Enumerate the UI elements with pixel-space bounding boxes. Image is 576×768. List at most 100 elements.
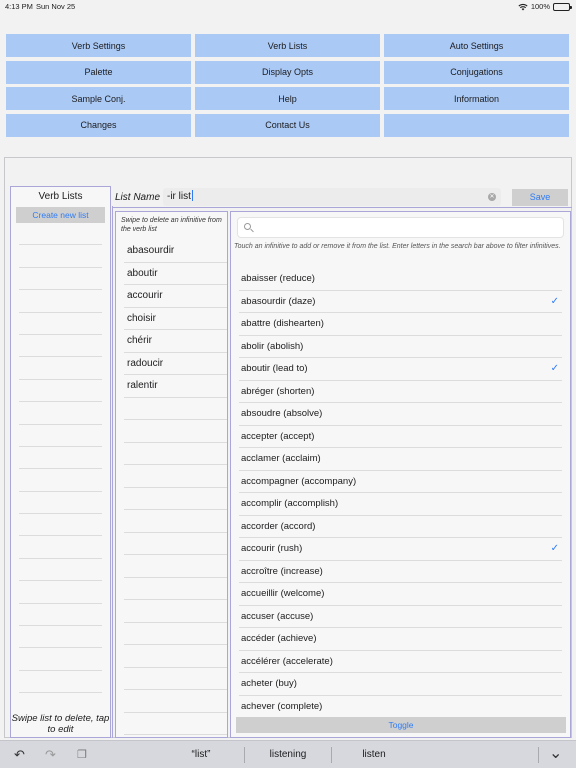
search-input[interactable] [237, 217, 564, 238]
infinitive-item[interactable]: accuser (accuse) [239, 606, 562, 628]
save-button[interactable]: Save [512, 189, 568, 206]
empty-list-row [19, 447, 102, 470]
infinitive-label: abasourdir (daze) [241, 295, 316, 307]
verb-lists-rows [19, 223, 102, 694]
list-verb-item[interactable]: ralentir [124, 375, 227, 398]
text-caret [191, 190, 193, 201]
infinitive-label: abaisser (reduce) [241, 273, 315, 284]
infinitive-item[interactable]: accéder (achieve) [239, 628, 562, 651]
list-verb-item[interactable]: chérir [124, 330, 227, 353]
list-name-label: List Name [115, 192, 161, 203]
suggestion-3[interactable]: listen [334, 749, 414, 760]
infinitive-item[interactable]: aboutir (lead to) ✓ [239, 358, 562, 381]
infinitive-item[interactable]: abasourdir (daze) ✓ [239, 291, 562, 313]
menu-button-verb-settings[interactable]: Verb Settings [6, 34, 191, 57]
menu-button-contact-us[interactable]: Contact Us [195, 113, 380, 137]
empty-list-row [19, 469, 102, 492]
status-bar: 4:13 PM Sun Nov 25 100% [0, 0, 576, 14]
empty-list-row [19, 425, 102, 447]
infinitive-item[interactable]: accourir (rush) ✓ [239, 538, 562, 561]
list-verb-item[interactable]: radoucir [124, 353, 227, 375]
infinitive-label: accéder (achieve) [241, 633, 317, 644]
toggle-button[interactable]: Toggle [236, 717, 566, 733]
infinitive-label: accroître (increase) [241, 565, 323, 577]
collapse-keyboard-icon[interactable]: ⌄ [549, 743, 562, 763]
empty-verb-row [124, 623, 227, 645]
list-verb-item[interactable]: accourir [124, 285, 227, 308]
infinitive-item[interactable]: accorder (accord) [239, 516, 562, 538]
infinitive-item[interactable]: achever (complete) [239, 696, 562, 718]
battery-icon [553, 2, 572, 11]
verb-lists-title: Verb Lists [38, 191, 83, 202]
empty-list-row [19, 559, 102, 582]
empty-verb-row [124, 668, 227, 690]
checkmark-icon: ✓ [550, 543, 559, 554]
suggestion-separator [244, 747, 245, 763]
divider-vertical [112, 206, 113, 738]
empty-list-row [19, 290, 102, 313]
empty-verb-row [124, 645, 227, 668]
infinitive-item[interactable]: abréger (shorten) [239, 381, 562, 403]
menu-button-help[interactable]: Help [195, 87, 380, 110]
clipboard-icon[interactable]: ❐ [77, 748, 87, 761]
empty-list-row [19, 581, 102, 604]
menu-button-information[interactable]: Information [384, 87, 569, 110]
suggestion-2[interactable]: listening [248, 749, 328, 760]
redo-icon[interactable]: ↷ [45, 747, 56, 763]
infinitive-item[interactable]: abolir (abolish) [239, 336, 562, 358]
infinitive-item[interactable]: accélérer (accelerate) [239, 651, 562, 673]
infinitive-item[interactable]: accomplir (accomplish) [239, 493, 562, 516]
infinitive-label: accepter (accept) [241, 430, 315, 442]
empty-verb-row [124, 465, 227, 488]
infinitive-label: aboutir (lead to) [241, 363, 308, 374]
suggestion-separator [538, 747, 539, 763]
empty-verb-row [124, 555, 227, 578]
empty-list-row [19, 245, 102, 268]
menu-button-display-opts[interactable]: Display Opts [195, 60, 380, 84]
empty-list-row [19, 671, 102, 694]
menu-button-auto-settings[interactable]: Auto Settings [384, 34, 569, 57]
infinitive-label: accueillir (welcome) [241, 588, 325, 599]
infinitive-label: accélérer (accelerate) [241, 655, 333, 667]
empty-verb-row [124, 578, 227, 600]
empty-list-row [19, 268, 102, 291]
infinitive-item[interactable]: accepter (accept) [239, 426, 562, 448]
list-verb-item[interactable]: choisir [124, 308, 227, 330]
suggestion-1[interactable]: “list” [161, 749, 241, 760]
create-new-list-button[interactable]: Create new list [16, 207, 105, 223]
menu-button-empty [384, 113, 569, 137]
menu-button-palette[interactable]: Palette [6, 60, 191, 84]
wifi-icon [518, 3, 528, 10]
infinitive-item[interactable]: accompagner (accompany) [239, 471, 562, 493]
checkmark-icon: ✓ [550, 295, 559, 307]
list-verb-item[interactable]: aboutir [124, 263, 227, 285]
top-menu-grid: Verb Settings Verb Lists Auto Settings Pale… [6, 34, 570, 137]
battery-percent: 100% [530, 2, 550, 11]
list-verb-item[interactable]: abasourdir [124, 240, 227, 263]
status-right: 100% [518, 2, 572, 11]
divider-horizontal [112, 207, 572, 208]
menu-button-sample-conj[interactable]: Sample Conj. [6, 87, 191, 110]
infinitive-item[interactable]: accueillir (welcome) [239, 583, 562, 606]
status-date: Sun Nov 25 [36, 2, 76, 11]
infinitive-item[interactable]: acheter (buy) [239, 673, 562, 696]
infinitive-label: abattre (dishearten) [241, 318, 324, 329]
infinitive-item[interactable]: acclamer (acclaim) [239, 448, 562, 471]
empty-list-row [19, 536, 102, 559]
infinitive-label: accorder (accord) [241, 520, 316, 532]
infinitive-item[interactable]: abattre (dishearten) [239, 313, 562, 336]
infinitive-item[interactable]: abaisser (reduce) [239, 268, 562, 291]
menu-button-conjugations[interactable]: Conjugations [384, 60, 569, 84]
menu-button-changes[interactable]: Changes [6, 113, 191, 137]
empty-verb-row [124, 600, 227, 623]
empty-verb-row [124, 420, 227, 443]
clear-text-icon[interactable]: ✕ [488, 193, 496, 201]
infinitive-item[interactable]: accroître (increase) [239, 561, 562, 583]
undo-icon[interactable]: ↶ [14, 747, 25, 763]
list-name-field[interactable]: -ir list ✕ [163, 188, 501, 206]
menu-button-verb-lists[interactable]: Verb Lists [195, 34, 380, 57]
infinitive-item[interactable]: absoudre (absolve) [239, 403, 562, 426]
touch-infinitive-hint: Touch an infinitive to add or remove it … [234, 243, 561, 250]
empty-list-row [19, 626, 102, 649]
empty-verb-row [124, 510, 227, 533]
